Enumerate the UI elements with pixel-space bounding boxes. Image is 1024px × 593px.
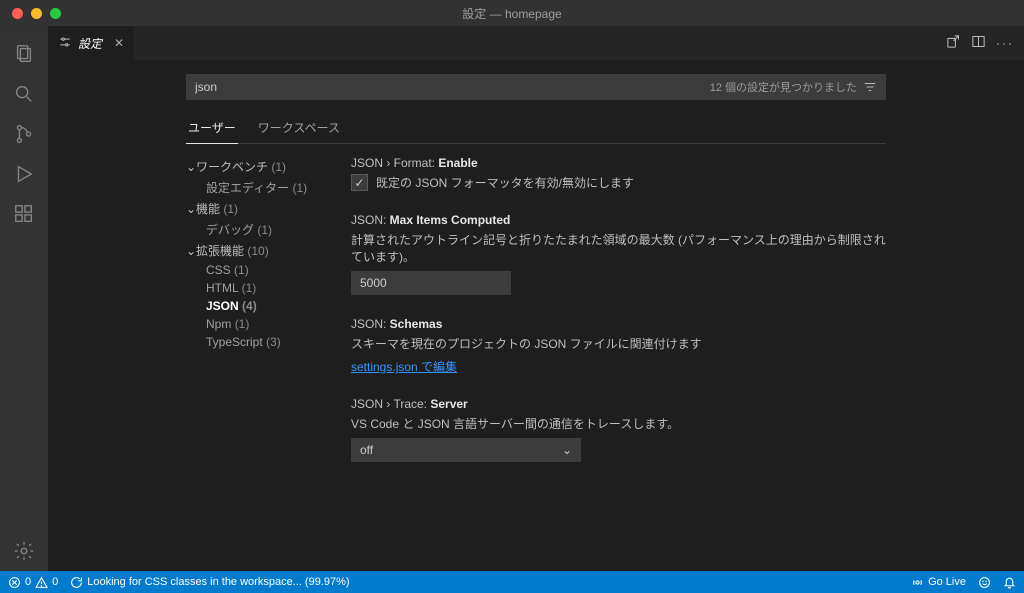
- toc-typescript[interactable]: TypeScript (3): [186, 333, 331, 351]
- status-problems[interactable]: 0 0: [8, 576, 58, 589]
- toc-json[interactable]: JSON (4): [186, 297, 331, 315]
- toc-debug[interactable]: デバッグ (1): [186, 219, 331, 240]
- slider-icon: [58, 35, 72, 52]
- toc-features[interactable]: ⌄機能 (1): [186, 198, 331, 219]
- toc-extensions[interactable]: ⌄拡張機能 (10): [186, 240, 331, 261]
- setting-description: スキーマを現在のプロジェクトの JSON ファイルに関連付けます: [351, 335, 886, 352]
- settings-search[interactable]: 12 個の設定が見つかりました: [186, 74, 886, 100]
- extensions-icon[interactable]: [0, 194, 48, 234]
- source-control-icon[interactable]: [0, 114, 48, 154]
- more-actions-icon[interactable]: ···: [996, 36, 1014, 50]
- titlebar: 設定 — homepage: [0, 0, 1024, 26]
- status-go-live[interactable]: Go Live: [911, 576, 966, 589]
- checkbox-json-format-enable[interactable]: ✓: [351, 174, 368, 191]
- settings-result-count: 12 個の設定が見つかりました: [710, 79, 863, 95]
- search-icon[interactable]: [0, 74, 48, 114]
- setting-name: Enable: [438, 156, 477, 170]
- explorer-icon[interactable]: [0, 34, 48, 74]
- minimize-window-button[interactable]: [31, 8, 42, 19]
- setting-category: JSON › Format:: [351, 156, 438, 170]
- run-debug-icon[interactable]: [0, 154, 48, 194]
- status-feedback-icon[interactable]: [978, 576, 991, 589]
- chevron-down-icon: ⌄: [562, 443, 572, 457]
- settings-toc: ⌄ワークベンチ (1) 設定エディター (1) ⌄機能 (1) デバッグ (1)…: [186, 156, 331, 484]
- editor-actions: ···: [946, 26, 1024, 60]
- setting-description: 既定の JSON フォーマッタを有効/無効にします: [376, 174, 634, 191]
- split-editor-icon[interactable]: [971, 34, 986, 52]
- toc-settings-editor[interactable]: 設定エディター (1): [186, 177, 331, 198]
- settings-tab[interactable]: 設定 ✕: [48, 26, 135, 60]
- setting-category: JSON › Trace:: [351, 397, 430, 411]
- activity-bar: [0, 26, 48, 571]
- setting-json-trace-server: JSON › Trace: Server VS Code と JSON 言語サー…: [351, 397, 886, 462]
- setting-json-format-enable: JSON › Format: Enable ✓ 既定の JSON フォーマッタを…: [351, 156, 886, 191]
- status-bar: 0 0 Looking for CSS classes in the works…: [0, 571, 1024, 593]
- toc-css[interactable]: CSS (1): [186, 261, 331, 279]
- select-value: off: [360, 443, 373, 457]
- setting-category: JSON:: [351, 317, 390, 331]
- status-bell-icon[interactable]: [1003, 576, 1016, 589]
- settings-content: JSON › Format: Enable ✓ 既定の JSON フォーマッタを…: [351, 156, 886, 484]
- close-tab-icon[interactable]: ✕: [114, 36, 124, 50]
- window-title: 設定 — homepage: [0, 5, 1024, 22]
- window-controls: [0, 8, 61, 19]
- status-scan-progress[interactable]: Looking for CSS classes in the workspace…: [70, 576, 349, 589]
- editor-area: 設定 ✕ ··· 12 個の設定が見つかりました: [48, 26, 1024, 571]
- tab-label: 設定: [78, 35, 102, 52]
- toc-html[interactable]: HTML (1): [186, 279, 331, 297]
- toc-npm[interactable]: Npm (1): [186, 315, 331, 333]
- setting-description: 計算されたアウトライン記号と折りたたまれた領域の最大数 (パフォーマンス上の理由…: [351, 231, 886, 265]
- editor-tabs: 設定 ✕ ···: [48, 26, 1024, 60]
- open-settings-json-icon[interactable]: [946, 34, 961, 52]
- settings-scope-tabs: ユーザー ワークスペース: [186, 114, 886, 144]
- input-json-max-items[interactable]: [351, 271, 511, 295]
- setting-json-max-items: JSON: Max Items Computed 計算されたアウトライン記号と折…: [351, 213, 886, 295]
- toc-workbench[interactable]: ⌄ワークベンチ (1): [186, 156, 331, 177]
- scope-tab-user[interactable]: ユーザー: [186, 114, 238, 144]
- setting-category: JSON:: [351, 213, 390, 227]
- edit-in-settings-json-link[interactable]: settings.json で編集: [351, 360, 457, 374]
- setting-json-schemas: JSON: Schemas スキーマを現在のプロジェクトの JSON ファイルに…: [351, 317, 886, 375]
- close-window-button[interactable]: [12, 8, 23, 19]
- setting-name: Schemas: [390, 317, 443, 331]
- settings-gear-icon[interactable]: [0, 531, 48, 571]
- maximize-window-button[interactable]: [50, 8, 61, 19]
- setting-name: Max Items Computed: [390, 213, 511, 227]
- setting-name: Server: [430, 397, 467, 411]
- filter-icon[interactable]: [863, 80, 885, 94]
- select-json-trace-server[interactable]: off ⌄: [351, 438, 581, 462]
- setting-description: VS Code と JSON 言語サーバー間の通信をトレースします。: [351, 415, 886, 432]
- settings-search-input[interactable]: [187, 75, 710, 99]
- scope-tab-workspace[interactable]: ワークスペース: [256, 114, 342, 144]
